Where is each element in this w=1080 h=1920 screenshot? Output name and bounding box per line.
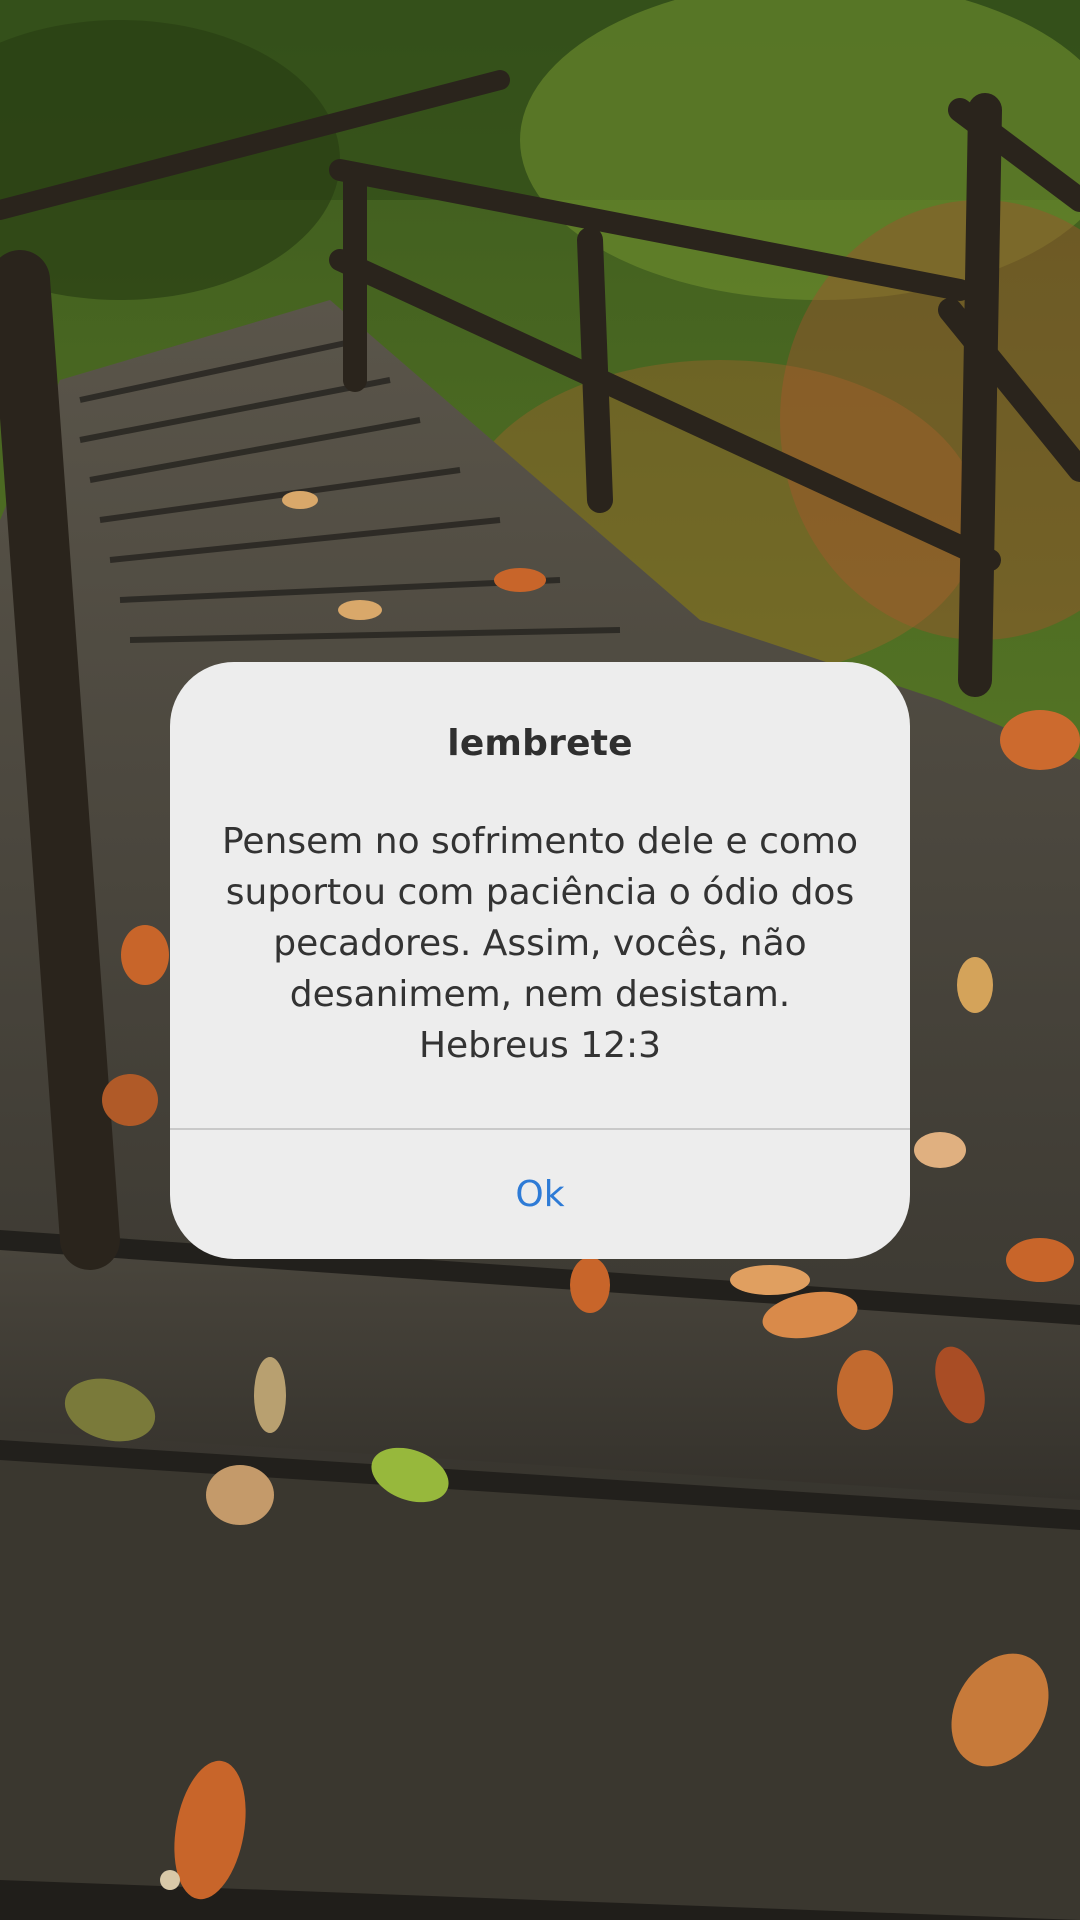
dialog-verse-reference: Hebreus 12:3: [418, 1025, 662, 1066]
dialog-message-line: pecadores. Assim, vocês, não: [273, 923, 807, 964]
dialog-message-line: Pensem no sofrimento dele e como: [221, 821, 859, 862]
dialog-message: Pensem no sofrimento dele e como suporto…: [210, 816, 870, 1071]
dialog-title: lembrete: [447, 723, 633, 764]
dialog-message-line: suportou com paciência o ódio dos: [225, 872, 855, 913]
reminder-dialog: lembrete Pensem no sofrimento dele e com…: [170, 662, 910, 1259]
ok-button[interactable]: Ok: [170, 1130, 910, 1259]
dialog-message-line: desanimem, nem desistam.: [289, 974, 791, 1015]
